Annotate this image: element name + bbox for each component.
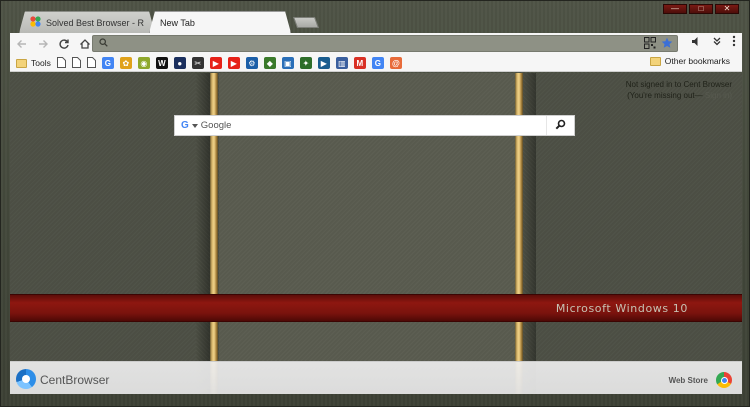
page-icon (56, 56, 66, 70)
bookmark-item[interactable]: ⚙ (245, 56, 258, 70)
toolbar-right (691, 35, 736, 49)
search-placeholder: Google (200, 120, 232, 131)
centbrowser-logo-icon (16, 369, 36, 389)
dark-circle-icon: ● (173, 57, 186, 69)
bookmark-item[interactable]: ▥ (335, 56, 348, 70)
search-button[interactable] (546, 116, 574, 135)
globe-icon: ◉ (137, 57, 150, 69)
search-icon (99, 38, 108, 49)
bookmark-item[interactable]: M (353, 56, 366, 70)
omnibox[interactable] (92, 35, 678, 52)
map-icon: ✦ (299, 57, 312, 69)
turtle-icon: ◆ (263, 57, 276, 69)
bookmark-item[interactable] (71, 56, 81, 70)
bookmark-item[interactable]: ◆ (263, 56, 276, 70)
bookmark-item[interactable]: ▶ (209, 56, 222, 70)
arrow-left-icon[interactable] (13, 35, 31, 53)
web-store-icon[interactable] (716, 372, 732, 388)
menu-icon[interactable] (732, 35, 736, 49)
other-bookmarks-label: Other bookmarks (664, 56, 730, 66)
photos-icon: ✿ (119, 57, 132, 69)
bookmarks-bar: Tools G ✿ ◉ W ● ✂ ▶ ▶ ⚙ ◆ ▣ ✦ ▶ ▥ M G @ Other bookmarks (10, 55, 742, 72)
bookmark-item[interactable]: G (101, 56, 114, 70)
wallpaper-banner: Microsoft Windows 10 (10, 294, 742, 322)
folder-icon (16, 58, 27, 68)
signin-text: (You're missing out— (627, 91, 703, 100)
speaker-icon[interactable] (691, 36, 702, 49)
bookmark-folder-tools[interactable]: Tools (16, 56, 51, 70)
google-icon: G (181, 120, 189, 131)
signin-notice: Not signed in to Cent Browser (You're mi… (626, 79, 732, 101)
tab-label: New Tab (160, 17, 195, 28)
signin-link[interactable]: Sign in) (705, 91, 732, 100)
bookmark-item[interactable]: ✦ (299, 56, 312, 70)
bookmark-item[interactable]: ▣ (281, 56, 294, 70)
signin-line: Not signed in to Cent Browser (625, 80, 732, 89)
bookmark-item[interactable]: ✿ (119, 56, 132, 70)
brand-name: CentBrowser (40, 373, 110, 387)
bookmark-item[interactable]: ▶ (227, 56, 240, 70)
background-panel (10, 73, 196, 394)
reload-icon[interactable] (55, 35, 73, 53)
bookmark-item[interactable] (86, 56, 96, 70)
bookmark-item[interactable]: G (371, 56, 384, 70)
bookmark-item[interactable]: ◉ (137, 56, 150, 70)
new-tab-button[interactable] (292, 17, 320, 28)
signin-line: (You're missing out— Sign in) (626, 90, 732, 101)
tab-label: Solved Best Browser - Repo (46, 17, 144, 28)
chrome-g-icon: G (371, 57, 384, 69)
play-icon: ▶ (317, 57, 330, 69)
star-icon[interactable] (661, 37, 673, 51)
bookmark-item[interactable]: ● (173, 56, 186, 70)
omnibox-actions (644, 37, 673, 51)
arrow-right-icon[interactable] (34, 35, 52, 53)
settings-icon: ⚙ (245, 57, 258, 69)
bookmark-item[interactable]: ✂ (191, 56, 204, 70)
bookmark-item[interactable] (56, 56, 66, 70)
google-icon: G (101, 57, 114, 69)
youtube-icon: ▶ (209, 57, 222, 69)
google-search-box[interactable]: G Google (174, 115, 575, 136)
other-bookmarks[interactable]: Other bookmarks (649, 56, 730, 66)
web-store-link[interactable]: Web Store (669, 376, 708, 385)
bookmark-item[interactable]: ▶ (317, 56, 330, 70)
banner-text: Microsoft Windows 10 (555, 302, 688, 315)
at-icon: @ (389, 57, 402, 69)
tab-favicon-icon (30, 16, 41, 29)
chart-icon: ▥ (335, 57, 348, 69)
doc-blue-icon: ▣ (281, 57, 294, 69)
dropdown-caret-icon[interactable] (191, 123, 198, 128)
bookmark-item[interactable]: @ (389, 56, 402, 70)
tab-new-tab[interactable]: New Tab (149, 11, 291, 33)
new-tab-page: Not signed in to Cent Browser (You're mi… (10, 73, 742, 394)
browser-window: — □ ✕ Solved Best Browser - Repo New Tab (0, 0, 750, 407)
gmail-icon: M (353, 57, 366, 69)
tab-strip: Solved Best Browser - Repo New Tab (11, 11, 711, 33)
youtube-icon: ▶ (227, 57, 240, 69)
page-icon (86, 56, 96, 70)
search-icon (555, 119, 566, 132)
close-button[interactable]: ✕ (715, 4, 739, 14)
tools-icon: ✂ (191, 57, 204, 69)
tab-solved-best-browser[interactable]: Solved Best Browser - Repo (19, 11, 155, 33)
toolbar (10, 33, 742, 55)
bookmark-label: Tools (31, 58, 51, 68)
page-icon (71, 56, 81, 70)
chevrons-down-icon[interactable] (712, 36, 722, 48)
qr-code-icon[interactable] (644, 37, 656, 51)
bookmark-favicons: G ✿ ◉ W ● ✂ ▶ ▶ ⚙ ◆ ▣ ✦ ▶ ▥ M G @ (101, 56, 408, 70)
wikipedia-icon: W (155, 57, 168, 69)
bookmark-item[interactable]: W (155, 56, 168, 70)
ntp-footer: CentBrowser Web Store (10, 361, 742, 394)
folder-icon (649, 56, 661, 66)
